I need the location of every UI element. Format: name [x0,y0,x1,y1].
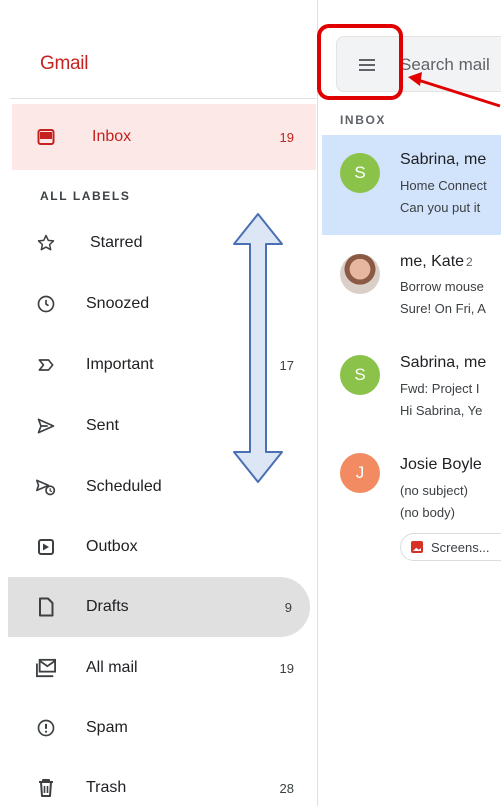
sender-name: Josie Boyle [400,456,482,473]
nav-count-important: 17 [279,357,294,373]
email-sender: me, Kate 2 [400,253,473,271]
thread-count: 2 [466,255,473,269]
nav-label-outbox: Outbox [86,538,138,555]
avatar-initial: S [354,365,366,384]
sender-name: Sabrina, me [400,151,487,168]
nav-count-drafts: 9 [284,599,292,615]
scheduled-send-icon [34,475,58,499]
nav-label-drafts: Drafts [86,598,129,615]
outbox-icon [34,535,58,559]
nav-label-sent: Sent [86,417,119,434]
attachment-chip[interactable]: Screens... [400,533,501,561]
nav-label-starred: Starred [90,234,143,251]
email-subject: Fwd: Project I [400,381,480,396]
nav-item-inbox[interactable]: Inbox 19 [12,104,316,170]
nav-item-important[interactable]: Important 17 [0,335,312,395]
important-icon [34,353,58,377]
sender-avatar: S [340,355,380,395]
email-subject: Home Connect [400,178,487,193]
email-row[interactable]: S Sabrina, me Fwd: Project I Hi Sabrina,… [322,338,501,438]
draft-icon [34,595,58,619]
avatar-initial: J [355,463,365,482]
nav-label-important: Important [86,356,154,373]
nav-label-all-mail: All mail [86,659,138,676]
nav-count-inbox: 19 [279,129,294,145]
menu-highlight-annotation [317,24,403,100]
all-labels-heading: ALL LABELS [40,189,131,203]
nav-label-snoozed: Snoozed [86,295,150,312]
nav-label-scheduled: Scheduled [86,478,162,495]
nav-item-outbox[interactable]: Outbox [0,517,312,577]
send-icon [34,414,58,438]
email-subject: (no subject) [400,483,468,498]
email-sender: Sabrina, me [400,354,486,372]
sender-name: me, Kate [400,253,465,270]
nav-item-sent[interactable]: Sent [0,396,312,456]
nav-count-all-mail: 19 [279,660,294,676]
trash-icon [34,776,58,800]
sender-avatar: J [340,453,380,493]
email-snippet: Sure! On Fri, A [400,301,486,316]
email-subject: Borrow mouse [400,279,484,294]
nav-item-spam[interactable]: Spam [0,698,312,758]
nav-label-inbox: Inbox [92,128,132,145]
nav-item-trash[interactable]: Trash 28 [0,758,312,806]
attachment-name: Screens... [431,539,490,555]
sender-photo-avatar [340,254,380,294]
spam-icon [34,716,58,740]
image-icon [411,541,423,553]
drawer-divider [10,98,316,99]
all-mail-icon [34,656,58,680]
email-row[interactable]: J Josie Boyle (no subject) (no body) Scr… [322,444,501,574]
nav-item-scheduled[interactable]: Scheduled [0,457,312,517]
nav-label-trash: Trash [86,779,127,796]
sender-name: Sabrina, me [400,354,487,371]
search-input[interactable]: Search mail [400,55,501,75]
avatar-initial: S [354,163,366,182]
sender-avatar: S [340,153,380,193]
gmail-logo-text: Gmail [40,53,89,74]
star-icon [34,231,58,255]
email-sender: Sabrina, me [400,151,486,169]
nav-item-drafts[interactable]: Drafts 9 [8,577,310,637]
email-snippet: Can you put it [400,200,481,215]
nav-count-trash: 28 [279,780,294,796]
nav-item-snoozed[interactable]: Snoozed [0,274,312,334]
email-snippet: (no body) [400,505,455,520]
email-sender: Josie Boyle [400,456,482,474]
inbox-icon [34,125,58,149]
nav-item-all-mail[interactable]: All mail 19 [0,638,312,698]
clock-icon [34,292,58,316]
email-row[interactable]: S Sabrina, me Home Connect Can you put i… [322,135,501,235]
email-row[interactable]: me, Kate 2 Borrow mouse Sure! On Fri, A [322,238,501,338]
nav-label-spam: Spam [86,719,128,736]
inbox-section-title: INBOX [340,113,387,127]
email-snippet: Hi Sabrina, Ye [400,403,483,418]
navigation-drawer: Gmail Inbox 19 ALL LABELS Starred Snooze… [0,0,318,806]
nav-item-starred[interactable]: Starred [0,213,312,273]
